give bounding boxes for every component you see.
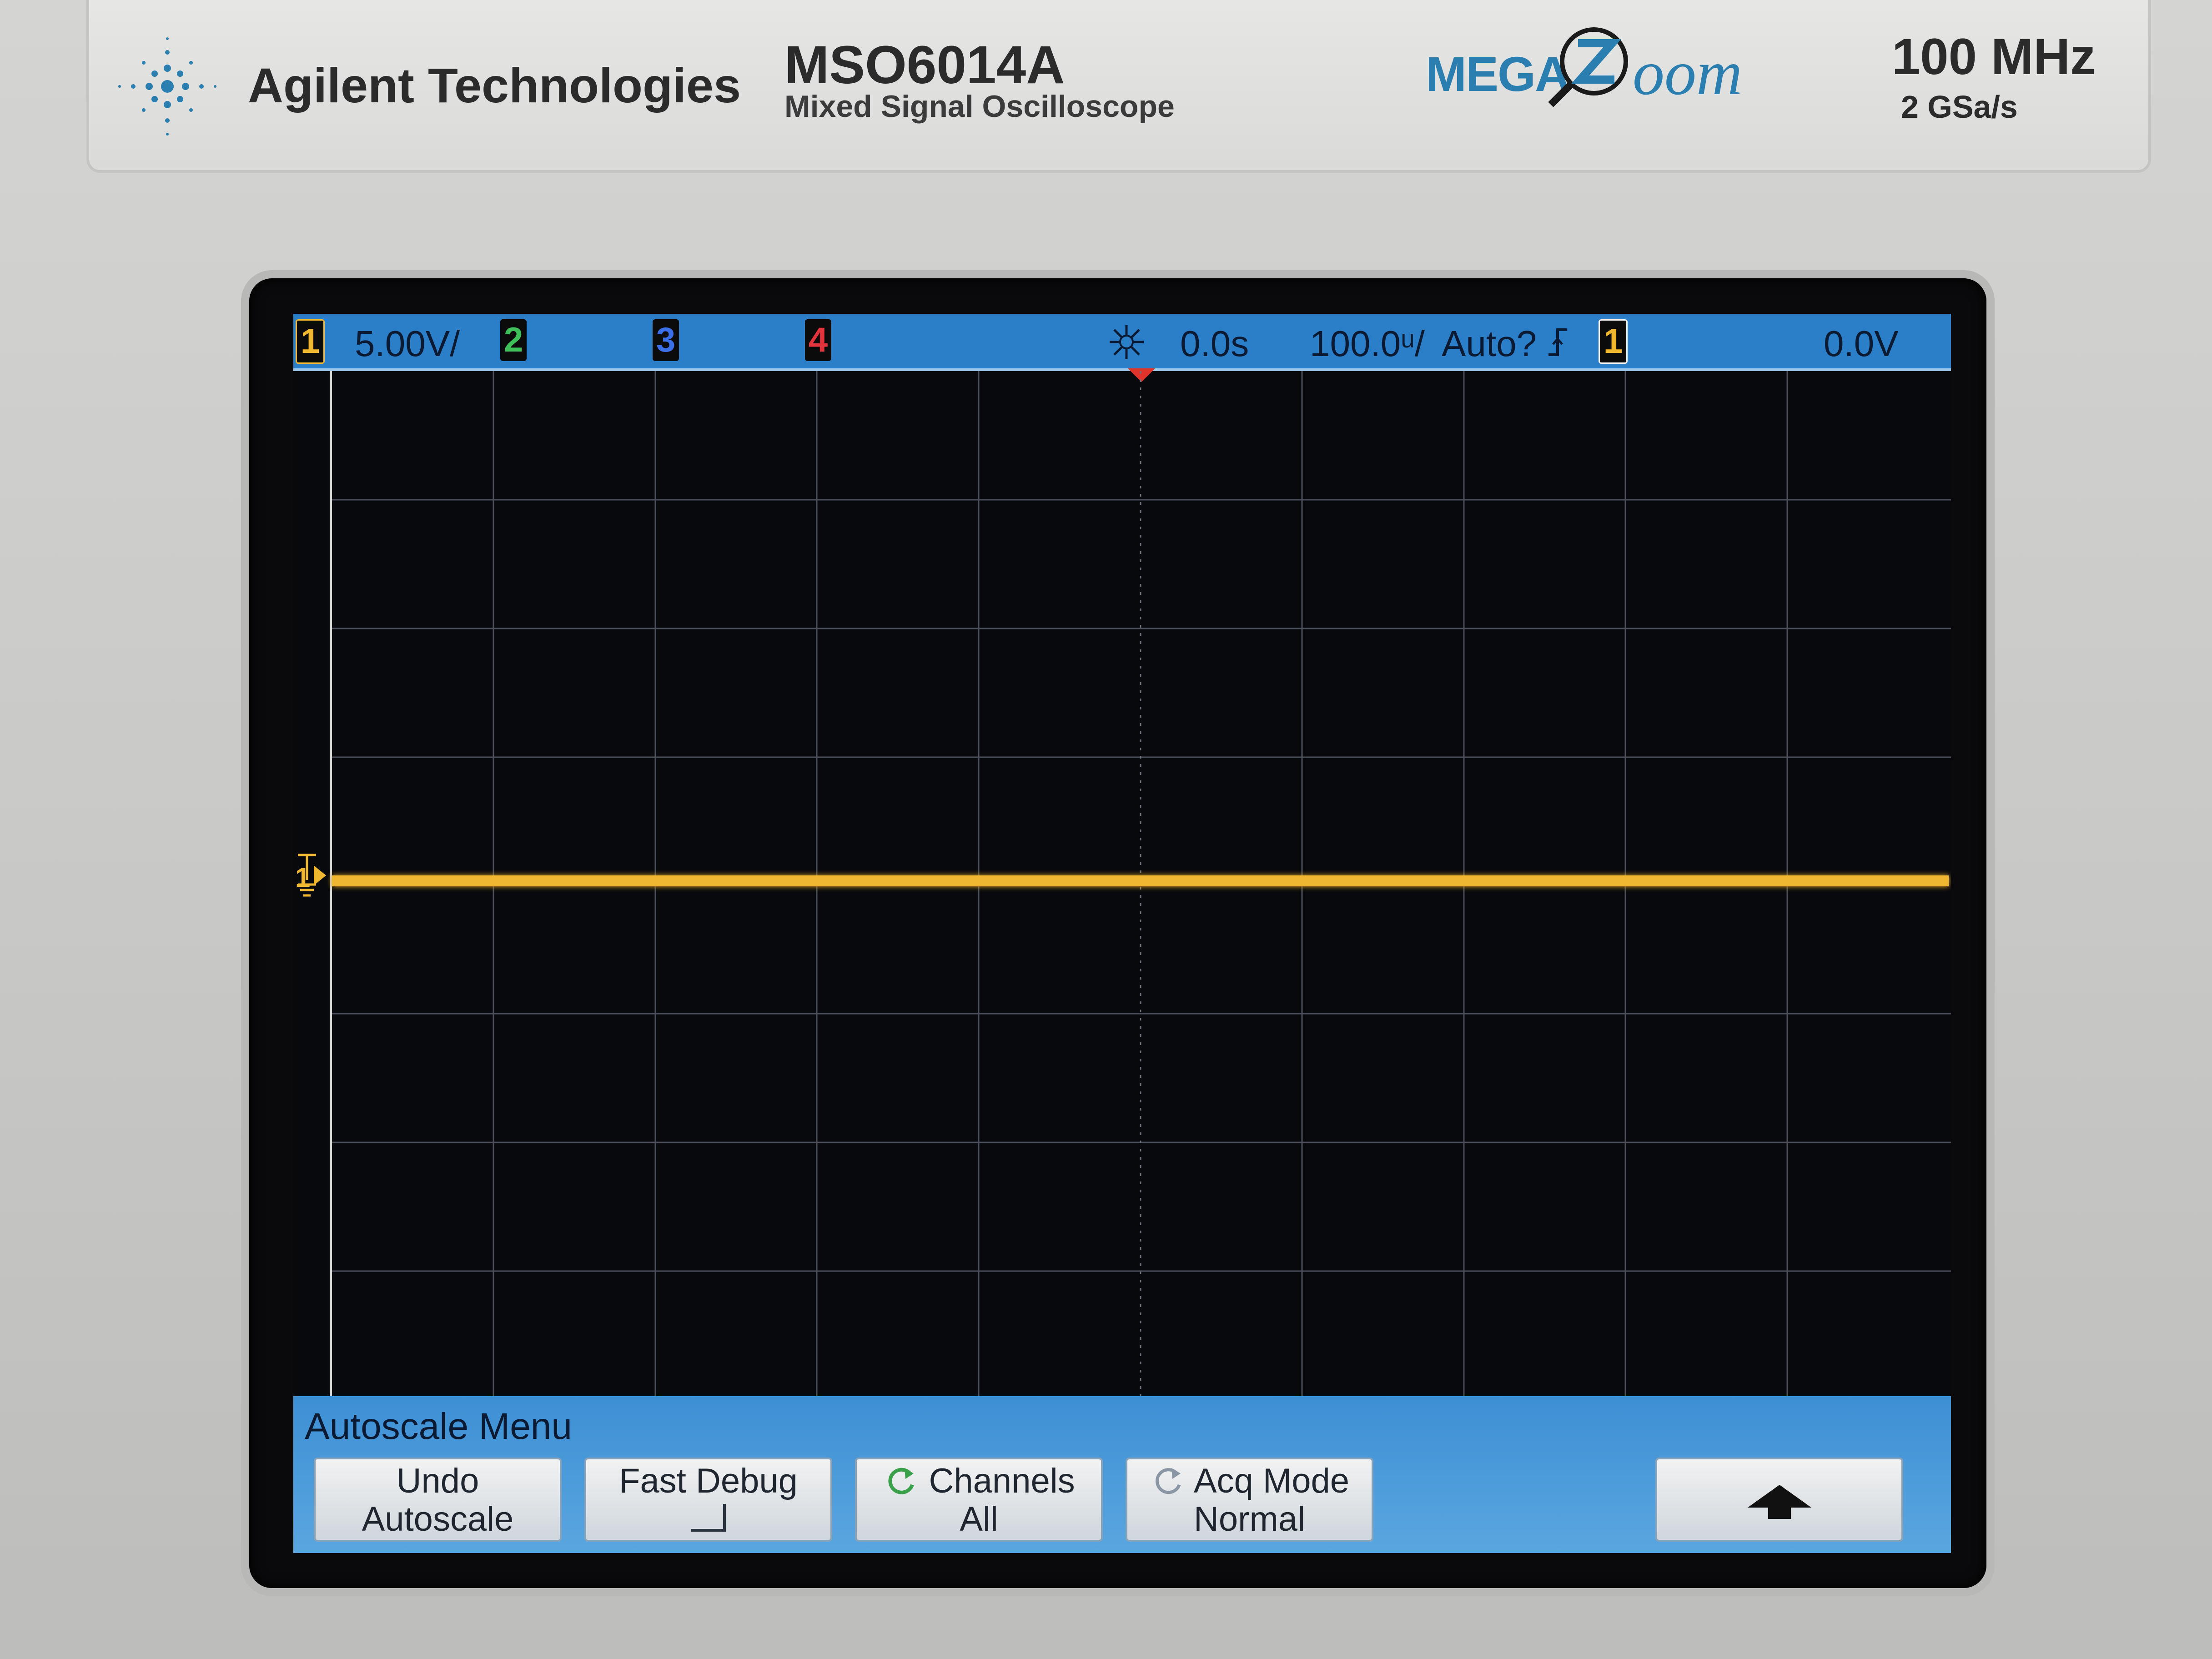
channel-3-indicator[interactable]: 3 xyxy=(653,319,679,361)
channel-1-indicator[interactable]: 1 xyxy=(296,319,325,364)
fast-debug-button[interactable]: Fast Debug xyxy=(584,1458,832,1542)
cycle-arrow-icon xyxy=(1155,1468,1181,1494)
channel-2-indicator[interactable]: 2 xyxy=(500,319,527,361)
softkey-label: Undo xyxy=(396,1462,479,1500)
softkey-label: Channels xyxy=(929,1462,1075,1500)
sample-rate-label: 2 GSa/s xyxy=(1901,89,2018,125)
time-delay[interactable]: 0.0s xyxy=(1180,323,1249,365)
model-number: MSO6014A xyxy=(784,35,1065,95)
softkey-label: All xyxy=(960,1500,998,1538)
bandwidth-label: 100 MHz xyxy=(1892,28,2096,85)
softkey-label: Acq Mode xyxy=(1193,1462,1350,1500)
oscilloscope-display: 1 5.00V/ 2 3 4 0.0s 100.0ᵘ/ Auto? 1 0.0V xyxy=(293,314,1951,1553)
menu-title: Autoscale Menu xyxy=(305,1406,573,1447)
ground-marker-label: 1 xyxy=(295,862,311,893)
agilent-spark-logo-icon xyxy=(118,37,216,136)
model-subtitle: Mixed Signal Oscilloscope xyxy=(784,89,1175,124)
softkey-label-row: Acq Mode xyxy=(1127,1462,1372,1500)
channel-1-ground-marker[interactable]: 1 xyxy=(293,853,330,912)
channel-1-trace xyxy=(332,875,1949,886)
up-arrow-icon xyxy=(1747,1485,1811,1519)
softkey-label-row: Channels xyxy=(857,1462,1101,1500)
softkey-label: Fast Debug xyxy=(619,1462,798,1500)
trigger-mode[interactable]: Auto? xyxy=(1442,323,1537,365)
brand-name: Agilent Technologies xyxy=(248,58,741,113)
softkey-menu: Autoscale Menu Undo Autoscale Fast Debug… xyxy=(293,1396,1951,1553)
trigger-level[interactable]: 0.0V xyxy=(1824,323,1899,365)
softkey-label: Autoscale xyxy=(362,1500,514,1538)
megazoom-oom-text: oom xyxy=(1633,38,1743,108)
magnifier-z-icon xyxy=(1548,27,1628,107)
undo-autoscale-button[interactable]: Undo Autoscale xyxy=(314,1458,562,1542)
trigger-source-indicator[interactable]: 1 xyxy=(1599,319,1628,364)
softkey-label: Normal xyxy=(1194,1500,1305,1538)
acq-mode-button[interactable]: Acq Mode Normal xyxy=(1126,1458,1373,1542)
rising-edge-trigger-icon xyxy=(1548,328,1567,356)
time-scale[interactable]: 100.0ᵘ/ xyxy=(1310,323,1425,365)
status-bar: 1 5.00V/ 2 3 4 0.0s 100.0ᵘ/ Auto? 1 0.0V xyxy=(293,314,1951,371)
channel-1-scale[interactable]: 5.00V/ xyxy=(355,323,460,365)
channel-4-indicator[interactable]: 4 xyxy=(805,319,831,361)
run-status-icon xyxy=(1110,325,1144,359)
channels-all-button[interactable]: Channels All xyxy=(855,1458,1103,1542)
menu-up-button[interactable] xyxy=(1655,1458,1903,1542)
cycle-arrow-icon xyxy=(888,1468,915,1494)
megazoom-logo: MEGA oom xyxy=(1426,18,1780,132)
checkbox-icon xyxy=(691,1504,726,1532)
